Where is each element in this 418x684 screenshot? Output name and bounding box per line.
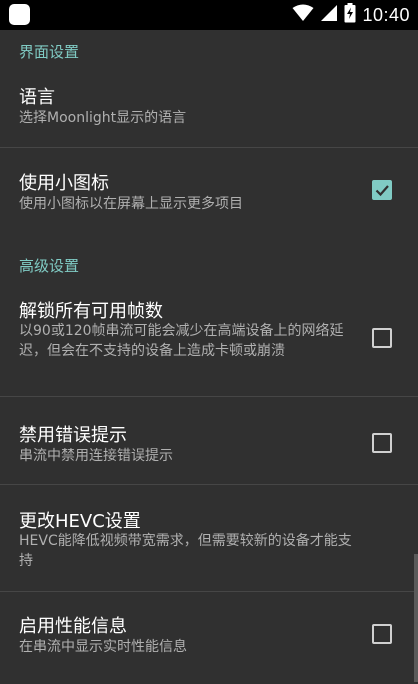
pref-perf-overlay-title: 启用性能信息 [19, 616, 127, 637]
pref-unlock-fps[interactable]: 解锁所有可用帧数 以90或120帧串流可能会减少在高端设备上的网络延迟，但会在不… [0, 286, 418, 396]
pref-language[interactable]: 语言 选择Moonlight显示的语言 [0, 72, 418, 147]
pref-hevc[interactable]: 更改HEVC设置 HEVC能降低视频带宽需求，但需要较新的设备才能支持 [0, 485, 418, 591]
pref-disable-warnings[interactable]: 禁用错误提示 串流中禁用连接错误提示 [0, 397, 418, 483]
perf-overlay-checkbox[interactable] [372, 624, 392, 644]
small-icons-checkbox[interactable] [372, 180, 392, 200]
pref-small-icons-title: 使用小图标 [19, 173, 109, 194]
app-notification-icon [9, 4, 30, 25]
wifi-icon [292, 4, 314, 26]
clock: 10:40 [362, 4, 410, 25]
signal-icon [320, 4, 338, 26]
pref-small-icons-summary: 使用小图标以在屏幕上显示更多项目 [19, 196, 243, 212]
scrollbar[interactable] [414, 554, 418, 682]
status-bar: 10:40 [0, 0, 418, 30]
battery-charging-icon [344, 3, 356, 27]
unlock-fps-checkbox[interactable] [372, 328, 392, 348]
status-icons: 10:40 [292, 0, 410, 30]
pref-small-icons[interactable]: 使用小图标 使用小图标以在屏幕上显示更多项目 [0, 148, 418, 228]
category-advanced-settings: 高级设置 [19, 257, 80, 275]
pref-perf-overlay-summary: 在串流中显示实时性能信息 [19, 639, 187, 655]
pref-perf-overlay[interactable]: 启用性能信息 在串流中显示实时性能信息 [0, 592, 418, 682]
pref-hevc-title: 更改HEVC设置 [19, 511, 141, 532]
pref-language-title: 语言 [19, 87, 55, 108]
pref-unlock-fps-title: 解锁所有可用帧数 [19, 301, 163, 322]
pref-disable-warnings-summary: 串流中禁用连接错误提示 [19, 448, 173, 464]
checkmark-icon [375, 185, 389, 197]
disable-warnings-checkbox[interactable] [372, 433, 392, 453]
category-ui-settings: 界面设置 [19, 43, 80, 61]
pref-language-summary: 选择Moonlight显示的语言 [19, 110, 187, 126]
pref-hevc-summary: HEVC能降低视频带宽需求，但需要较新的设备才能支持 [19, 533, 352, 569]
pref-disable-warnings-title: 禁用错误提示 [19, 425, 127, 446]
pref-unlock-fps-summary: 以90或120帧串流可能会减少在高端设备上的网络延迟，但会在不支持的设备上造成卡… [19, 323, 344, 359]
